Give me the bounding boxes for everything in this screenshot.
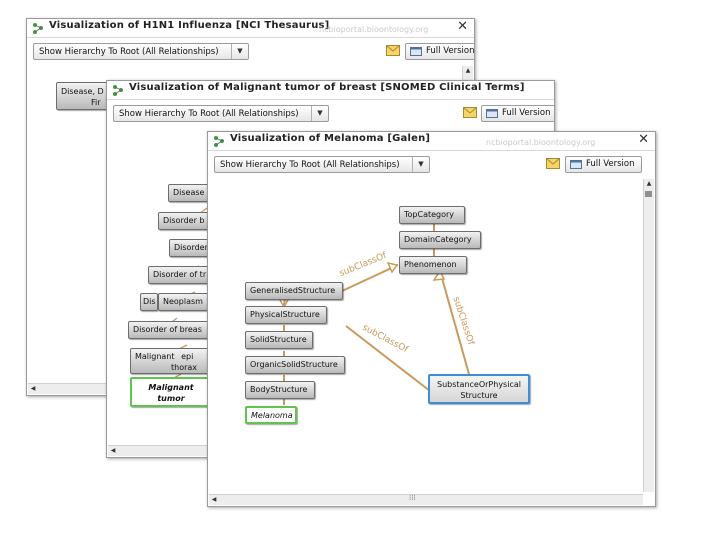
full-version-icon xyxy=(410,47,422,56)
window-titlebar[interactable]: Visualization of Malignant tumor of brea… xyxy=(107,81,554,100)
window-title: Visualization of Malignant tumor of brea… xyxy=(129,82,525,93)
graph-node[interactable]: Neoplasm xyxy=(158,293,212,311)
full-version-button[interactable]: Full Version xyxy=(481,105,554,122)
ghost-url-text: ncbioportal.bioontology.org xyxy=(486,138,596,147)
graph-node[interactable]: Disorder of breas xyxy=(128,321,212,339)
hierarchy-dropdown[interactable]: Show Hierarchy To Root (All Relationship… xyxy=(214,156,430,173)
hierarchy-dropdown[interactable]: Show Hierarchy To Root (All Relationship… xyxy=(113,105,329,122)
full-version-label: Full Version xyxy=(426,46,475,56)
graph-app-icon xyxy=(113,85,123,96)
scroll-left-icon[interactable]: ◀ xyxy=(209,495,219,505)
full-version-button[interactable]: Full Version xyxy=(405,43,475,60)
full-version-button[interactable]: Full Version xyxy=(565,156,642,173)
graph-node[interactable]: Malignant epi thorax xyxy=(130,348,212,374)
graph-node[interactable]: Dis xyxy=(140,293,158,311)
ghost-url-text: ncbioportal.bioontology.org xyxy=(319,25,429,34)
close-icon[interactable]: ✕ xyxy=(638,132,649,148)
focus-node-malignant-tumor-breast[interactable]: Malignant tumor breast xyxy=(130,377,212,407)
dropdown-label: Show Hierarchy To Root (All Relationship… xyxy=(220,160,400,170)
dropdown-label: Show Hierarchy To Root (All Relationship… xyxy=(119,109,299,119)
graph-node[interactable]: Disorder xyxy=(169,239,212,257)
inheritance-arrowhead xyxy=(386,261,399,274)
toolbar: Show Hierarchy To Root (All Relationship… xyxy=(208,151,655,179)
graph-node-substanceorphysicalstructure[interactable]: SubstanceOrPhysical Structure xyxy=(428,374,530,404)
graph-app-icon xyxy=(214,136,224,147)
full-version-label: Full Version xyxy=(586,159,635,169)
graph-node-bodystructure[interactable]: BodyStructure xyxy=(245,381,315,399)
graph-node-physicalstructure[interactable]: PhysicalStructure xyxy=(245,306,327,324)
email-icon[interactable] xyxy=(546,158,560,169)
graph-node[interactable]: Disease xyxy=(168,184,212,202)
email-icon[interactable] xyxy=(463,107,477,118)
window-title: Visualization of Melanoma [Galen] xyxy=(230,133,431,144)
dropdown-caret-icon: ▼ xyxy=(311,106,328,121)
window-titlebar[interactable]: Visualization of Melanoma [Galen] ncbiop… xyxy=(208,132,655,151)
horizontal-scrollbar[interactable]: ◀ xyxy=(108,445,208,456)
graph-node-generalisedstructure[interactable]: GeneralisedStructure xyxy=(245,282,343,300)
graph-node-phenomenon[interactable]: Phenomenon xyxy=(399,256,467,274)
horizontal-scrollbar[interactable]: ◀ ⁞⁞⁞ xyxy=(209,494,643,505)
horizontal-scrollbar[interactable]: ◀ xyxy=(28,383,108,394)
graph-node-topcategory[interactable]: TopCategory xyxy=(399,206,465,224)
scroll-left-icon[interactable]: ◀ xyxy=(108,446,118,456)
graph-canvas[interactable]: subClassOf subClassOf subClassOf TopCate… xyxy=(208,179,655,506)
window-titlebar[interactable]: Visualization of H1N1 Influenza [NCI The… xyxy=(27,19,474,38)
full-version-icon xyxy=(486,109,498,118)
email-icon[interactable] xyxy=(386,45,400,56)
graph-node-solidstructure[interactable]: SolidStructure xyxy=(245,331,313,349)
scroll-left-icon[interactable]: ◀ xyxy=(28,384,38,394)
hierarchy-dropdown[interactable]: Show Hierarchy To Root (All Relationship… xyxy=(33,43,249,60)
full-version-label: Full Version xyxy=(502,108,551,118)
toolbar: Show Hierarchy To Root (All Relationship… xyxy=(107,100,554,128)
graph-node-organicsolidstructure[interactable]: OrganicSolidStructure xyxy=(245,356,345,374)
full-version-icon xyxy=(570,160,582,169)
scroll-grip-icon[interactable]: ⁞⁞⁞ xyxy=(409,494,416,502)
graph-node[interactable]: Disorder b xyxy=(158,212,212,230)
graph-app-icon xyxy=(33,23,43,34)
toolbar: Show Hierarchy To Root (All Relationship… xyxy=(27,38,474,66)
graph-node-domaincategory[interactable]: DomainCategory xyxy=(399,231,481,249)
dropdown-label: Show Hierarchy To Root (All Relationship… xyxy=(39,47,219,57)
close-icon[interactable]: ✕ xyxy=(457,19,468,35)
dropdown-caret-icon: ▼ xyxy=(412,157,429,172)
focus-node-melanoma[interactable]: Melanoma xyxy=(245,406,297,424)
dropdown-caret-icon: ▼ xyxy=(231,44,248,59)
graph-node[interactable]: Disorder of tr xyxy=(148,266,212,284)
window-title: Visualization of H1N1 Influenza [NCI The… xyxy=(49,20,330,31)
window-melanoma: Visualization of Melanoma [Galen] ncbiop… xyxy=(207,131,656,507)
